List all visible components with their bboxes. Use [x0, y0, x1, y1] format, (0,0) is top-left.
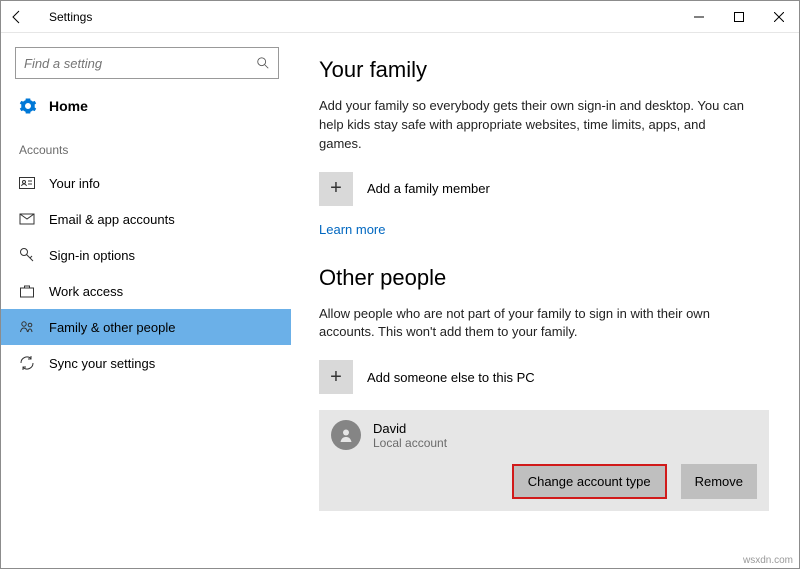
mail-icon	[19, 211, 35, 227]
back-button[interactable]	[1, 1, 33, 33]
family-heading: Your family	[319, 57, 771, 83]
add-family-label: Add a family member	[367, 181, 490, 196]
add-other-label: Add someone else to this PC	[367, 370, 535, 385]
remove-user-button[interactable]: Remove	[681, 464, 757, 499]
family-description: Add your family so everybody gets their …	[319, 97, 749, 154]
sidebar-item-your-info[interactable]: Your info	[1, 165, 291, 201]
user-name: David	[373, 421, 447, 436]
search-input[interactable]	[24, 56, 256, 71]
gear-icon	[19, 97, 37, 115]
maximize-button[interactable]	[719, 1, 759, 33]
titlebar: Settings	[1, 1, 799, 33]
close-button[interactable]	[759, 1, 799, 33]
nav-label: Family & other people	[49, 320, 175, 335]
sidebar-item-email[interactable]: Email & app accounts	[1, 201, 291, 237]
person-card-icon	[19, 175, 35, 191]
window-controls	[679, 1, 799, 33]
avatar	[331, 420, 361, 450]
nav-label: Email & app accounts	[49, 212, 175, 227]
plus-icon: +	[319, 172, 353, 206]
learn-more-link[interactable]: Learn more	[319, 222, 385, 237]
add-other-user-button[interactable]: + Add someone else to this PC	[319, 360, 771, 394]
section-label: Accounts	[1, 125, 291, 165]
maximize-icon	[734, 12, 744, 22]
content-pane: Your family Add your family so everybody…	[291, 33, 799, 568]
home-label: Home	[49, 98, 88, 114]
window-title: Settings	[49, 10, 679, 24]
people-icon	[19, 319, 35, 335]
nav-label: Sync your settings	[49, 356, 155, 371]
home-nav[interactable]: Home	[1, 87, 291, 125]
sidebar-item-family[interactable]: Family & other people	[1, 309, 291, 345]
change-account-type-button[interactable]: Change account type	[514, 466, 665, 497]
search-icon	[256, 56, 270, 70]
watermark: wsxdn.com	[743, 555, 793, 566]
other-people-description: Allow people who are not part of your fa…	[319, 305, 749, 343]
minimize-icon	[694, 12, 704, 22]
sync-icon	[19, 355, 35, 371]
key-icon	[19, 247, 35, 263]
user-account-type: Local account	[373, 436, 447, 450]
sidebar-item-work[interactable]: Work access	[1, 273, 291, 309]
arrow-left-icon	[9, 9, 25, 25]
sidebar-item-signin[interactable]: Sign-in options	[1, 237, 291, 273]
nav-label: Work access	[49, 284, 123, 299]
sidebar: Home Accounts Your info Email & app acco…	[1, 33, 291, 568]
nav-label: Sign-in options	[49, 248, 135, 263]
other-people-heading: Other people	[319, 265, 771, 291]
minimize-button[interactable]	[679, 1, 719, 33]
close-icon	[774, 12, 784, 22]
user-actions: Change account type Remove	[331, 464, 757, 499]
sidebar-item-sync[interactable]: Sync your settings	[1, 345, 291, 381]
user-info: David Local account	[373, 421, 447, 450]
window-body: Home Accounts Your info Email & app acco…	[1, 33, 799, 568]
user-account-block[interactable]: David Local account Change account type …	[319, 410, 769, 511]
plus-icon: +	[319, 360, 353, 394]
search-box[interactable]	[15, 47, 279, 79]
briefcase-icon	[19, 283, 35, 299]
user-account-header: David Local account	[331, 420, 757, 450]
user-icon	[338, 427, 354, 443]
highlight-annotation: Change account type	[512, 464, 667, 499]
settings-window: Settings Home Accounts	[0, 0, 800, 569]
nav-label: Your info	[49, 176, 100, 191]
add-family-member-button[interactable]: + Add a family member	[319, 172, 771, 206]
